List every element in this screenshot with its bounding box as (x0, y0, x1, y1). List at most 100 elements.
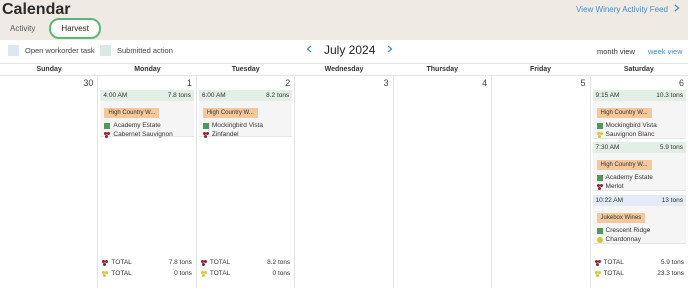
weekday-thursday: Thursday (426, 66, 459, 73)
event-time: 4:00 AM (103, 92, 128, 99)
day-number: 2 (285, 78, 291, 88)
white-grape-icon (596, 236, 603, 243)
total-white-value: 0 tons (174, 270, 192, 277)
month-navigation: July 2024 (306, 43, 393, 57)
day-number: 6 (678, 78, 684, 88)
vineyard-name: Academy Estate (605, 174, 653, 181)
total-label: TOTAL (111, 270, 132, 277)
total-white-row: TOTAL 23.3 tons (594, 270, 684, 277)
legend-label-open: Open workorder task (25, 46, 95, 55)
legend-swatch-open (8, 45, 19, 56)
legend-swatch-submitted (100, 45, 111, 56)
variety-line: Sauvignon Blanc (593, 130, 686, 139)
tab-harvest[interactable]: Harvest (49, 18, 101, 39)
chevron-right-icon (674, 4, 680, 14)
day-number: 4 (482, 78, 488, 88)
day-cell-friday[interactable]: 5 (492, 76, 591, 288)
winery-activity-feed-link[interactable]: View Winery Activity Feed (576, 4, 680, 14)
vineyard-line: Mockingbird Vista (199, 121, 292, 130)
winery-badge: High Country W... (202, 108, 258, 118)
total-label: TOTAL (209, 270, 231, 277)
harvest-event[interactable]: 6:00 AM 8.2 tons High Country W... Mocki… (198, 90, 293, 139)
event-tons: 5.9 tons (659, 144, 683, 151)
white-grape-icon (200, 270, 207, 277)
month-view-button[interactable]: month view (597, 47, 635, 56)
legend-label-submitted: Submitted action (117, 46, 173, 55)
red-grape-icon (102, 259, 108, 266)
variety-name: Sauvignon Blanc (605, 131, 655, 138)
day-number: 3 (383, 78, 389, 88)
feed-link-label[interactable]: View Winery Activity Feed (576, 5, 668, 14)
day-cell-thursday[interactable]: 4 (394, 76, 493, 288)
day-cell-wednesday[interactable]: 3 (295, 76, 394, 288)
vineyard-icon (596, 227, 603, 234)
red-grape-icon (594, 259, 601, 266)
event-header: 10:22 AM 13 tons (592, 195, 686, 206)
winery-badge: Jukebox Wines (596, 213, 646, 223)
vineyard-line: Academy Estate (100, 121, 193, 130)
variety-line: Zinfandel (199, 130, 292, 139)
vineyard-icon (596, 174, 603, 181)
white-grape-icon (596, 131, 603, 138)
chevron-right-icon[interactable] (387, 45, 393, 55)
winery-badge: High Country W... (104, 108, 160, 118)
event-header: 9:15 AM 10.3 tons (592, 90, 686, 101)
legend-open-workorder: Open workorder task (8, 45, 95, 56)
harvest-event[interactable]: 4:00 AM 7.8 tons High Country W... Acade… (100, 90, 194, 139)
day-cell-monday[interactable]: 1 4:00 AM 7.8 tons High Country W... Aca… (98, 76, 197, 288)
total-red-row: TOTAL 8.2 tons (200, 259, 290, 266)
variety-name: Merlot (605, 183, 624, 190)
day-cell-tuesday[interactable]: 2 6:00 AM 8.2 tons High Country W... Moc… (197, 76, 296, 288)
weekday-monday: Monday (134, 66, 161, 73)
total-label: TOTAL (603, 270, 624, 277)
total-white-row: TOTAL 0 tons (200, 270, 291, 277)
total-red-row: TOTAL 5.9 tons (594, 259, 684, 266)
weekday-tuesday: Tuesday (231, 66, 260, 73)
calendar-toolbar: Open workorder task Submitted action Jul… (0, 40, 688, 64)
red-grape-icon (104, 131, 110, 138)
event-tons: 7.8 tons (167, 92, 191, 99)
red-grape-icon (596, 183, 603, 190)
page-title: Calendar (2, 1, 71, 18)
day-cell-sunday[interactable]: 30 (0, 76, 99, 288)
red-grape-icon (200, 259, 207, 266)
total-red-value: 5.9 tons (660, 259, 684, 266)
vineyard-name: Crescent Ridge (605, 227, 651, 234)
vineyard-icon (104, 122, 111, 129)
weekday-saturday: Saturday (623, 66, 654, 73)
calendar-header: Calendar View Winery Activity Feed Activ… (0, 0, 688, 40)
event-tons: 8.2 tons (266, 92, 290, 99)
legend-submitted-action: Submitted action (100, 45, 173, 56)
white-grape-icon (594, 270, 601, 277)
event-time: 9:15 AM (595, 92, 620, 99)
event-header: 6:00 AM 8.2 tons (198, 90, 293, 101)
total-label: TOTAL (111, 259, 132, 266)
winery-badge: High Country W... (596, 108, 652, 118)
vineyard-line: Crescent Ridge (593, 226, 686, 235)
vineyard-icon (596, 122, 603, 129)
vineyard-name: Mockingbird Vista (605, 122, 657, 129)
event-header: 7:30 AM 5.9 tons (592, 142, 686, 153)
tab-bar: Activity Harvest (2, 18, 101, 39)
total-red-row: TOTAL 7.8 tons (102, 259, 192, 266)
tab-activity[interactable]: Activity (2, 20, 43, 37)
event-header: 4:00 AM 7.8 tons (100, 90, 194, 101)
total-label: TOTAL (603, 259, 624, 266)
harvest-event[interactable]: 10:22 AM 13 tons Jukebox Wines Crescent … (592, 195, 686, 244)
total-white-value: 23.3 tons (657, 270, 684, 277)
total-red-value: 7.8 tons (168, 259, 192, 266)
total-white-value: 0 tons (272, 270, 291, 277)
harvest-event[interactable]: 9:15 AM 10.3 tons High Country W... Mock… (592, 90, 686, 139)
variety-name: Chardonnay (605, 236, 641, 243)
week-view-button[interactable]: week view (648, 47, 683, 56)
day-number: 1 (186, 78, 192, 88)
chevron-left-icon[interactable] (306, 45, 312, 55)
total-label: TOTAL (209, 259, 231, 266)
variety-line: Merlot (593, 182, 686, 191)
day-cell-saturday[interactable]: 6 9:15 AM 10.3 tons High Country W... Mo… (591, 76, 688, 288)
current-month-label: July 2024 (324, 43, 376, 57)
harvest-event[interactable]: 7:30 AM 5.9 tons High Country W... Acade… (592, 142, 686, 191)
vineyard-name: Mockingbird Vista (211, 122, 264, 129)
variety-line: Cabernet Sauvignon (100, 130, 193, 139)
weekday-friday: Friday (530, 66, 552, 73)
